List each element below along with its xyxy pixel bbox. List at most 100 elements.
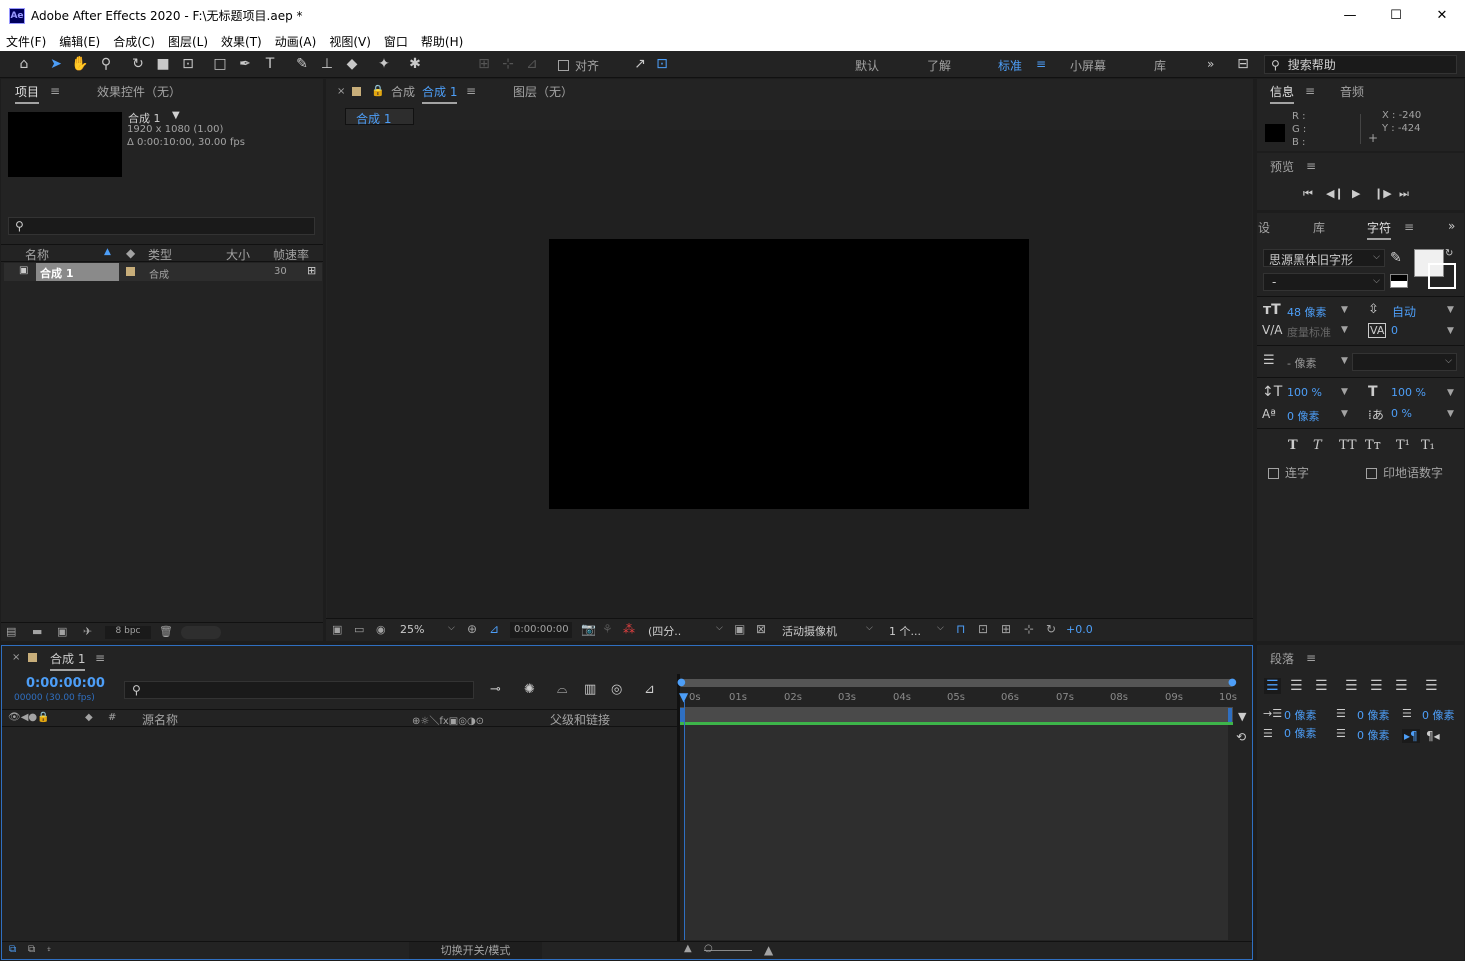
vertical-scale-value[interactable]: 100 % xyxy=(1287,386,1322,399)
frame-blending-icon[interactable]: ▥ xyxy=(584,682,596,697)
home-icon[interactable]: ⌂ xyxy=(14,55,34,73)
rtl-direction-icon[interactable]: ¶◂ xyxy=(1426,729,1440,743)
align-left-icon[interactable]: ☰ xyxy=(1264,678,1281,694)
swap-colors-icon[interactable]: ↻ xyxy=(1445,248,1453,259)
composition-canvas[interactable] xyxy=(549,239,1029,509)
close-button[interactable]: ✕ xyxy=(1419,0,1465,31)
justify-right-icon[interactable]: ☰ xyxy=(1395,678,1408,694)
tab-info[interactable]: 信息 xyxy=(1270,83,1295,104)
snap-checkbox[interactable] xyxy=(558,58,569,72)
kerning-value[interactable]: 度量标准 xyxy=(1287,324,1331,340)
label-color-swatch[interactable] xyxy=(126,267,135,276)
last-frame-icon[interactable]: ⏭ xyxy=(1399,187,1409,201)
bpc-button[interactable]: 8 bpc xyxy=(105,626,151,639)
comp-button-icon[interactable]: ▼ xyxy=(1238,710,1246,723)
align-center-icon[interactable]: ☰ xyxy=(1290,678,1303,694)
show-snapshot-icon[interactable]: ⚘ xyxy=(602,622,613,636)
sort-ascending-icon[interactable]: ▲ xyxy=(104,247,111,257)
menu-help[interactable]: 帮助(H) xyxy=(421,33,463,50)
eraser-tool-icon[interactable]: ◆ xyxy=(342,55,362,73)
horizontal-scale-value[interactable]: 100 % xyxy=(1391,386,1426,399)
project-search-input[interactable]: ⚲ xyxy=(8,217,315,235)
snapshot-icon[interactable]: 📷 xyxy=(581,622,596,636)
character-menu-icon[interactable]: ≡ xyxy=(1404,220,1414,234)
shy-icon[interactable]: ⌓ xyxy=(557,682,567,697)
transfer-controls-icon[interactable]: ⧉ xyxy=(28,944,35,955)
indent-first-value[interactable]: 0 像素 xyxy=(1357,707,1390,723)
first-frame-icon[interactable]: ⏮ xyxy=(1303,187,1313,201)
transparency-grid-icon[interactable]: ⊠ xyxy=(756,622,766,636)
label-icon[interactable]: ◆ xyxy=(85,712,93,723)
navigator-end-handle[interactable]: ● xyxy=(1228,677,1237,688)
minimize-button[interactable]: — xyxy=(1327,0,1373,31)
monitor-icon[interactable]: ▭ xyxy=(354,623,364,636)
navigator-start-handle[interactable]: ● xyxy=(677,677,686,688)
menu-window[interactable]: 窗口 xyxy=(384,33,408,50)
work-area-end[interactable] xyxy=(1228,708,1232,722)
tab-project[interactable]: 项目 xyxy=(15,83,40,104)
paragraph-menu-icon[interactable]: ≡ xyxy=(1306,651,1316,665)
justify-left-icon[interactable]: ☰ xyxy=(1345,678,1358,694)
thumbnail-zoom-slider[interactable] xyxy=(181,626,221,639)
puppet-tool-icon[interactable]: ✱ xyxy=(405,55,425,73)
tab-timeline[interactable]: 合成 1 xyxy=(50,650,86,671)
toggle-pixel-aspect-icon[interactable]: ⊓ xyxy=(956,622,965,636)
lock-icon[interactable]: 🔒 xyxy=(371,84,385,97)
comp-flow-tab[interactable]: 合成 1 xyxy=(345,108,414,126)
column-type[interactable]: 类型 xyxy=(148,246,172,263)
label-icon[interactable]: ◆ xyxy=(126,246,135,260)
column-source-name[interactable]: 源名称 xyxy=(142,711,178,728)
space-before-value[interactable]: 0 像素 xyxy=(1284,725,1317,741)
menu-animation[interactable]: 动画(A) xyxy=(275,33,317,50)
zoom-slider-handle[interactable]: ○ xyxy=(704,943,713,954)
layer-switches-icon[interactable]: ⧉ xyxy=(9,944,16,955)
ligature-checkbox[interactable] xyxy=(1268,466,1279,480)
axis-view-icon[interactable]: ⊿ xyxy=(522,55,542,73)
axis-world-icon[interactable]: ⊹ xyxy=(498,55,518,73)
interpret-footage-icon[interactable]: ▤ xyxy=(6,625,16,638)
comp-panel-menu-icon[interactable]: ≡ xyxy=(466,84,476,98)
small-caps-icon[interactable]: Tт xyxy=(1365,438,1381,453)
timeline-icon[interactable]: ⊞ xyxy=(1001,622,1011,636)
playhead-line[interactable] xyxy=(684,700,685,940)
tracking-dropdown-icon[interactable]: ▼ xyxy=(1447,326,1454,336)
snap-features-icon[interactable]: ⊡ xyxy=(652,55,672,73)
type-tool-icon[interactable]: T xyxy=(260,55,280,73)
baseline-shift-dropdown-icon[interactable]: ▼ xyxy=(1341,409,1348,419)
faux-bold-icon[interactable]: T xyxy=(1288,438,1298,453)
region-of-interest-icon[interactable]: ⊿ xyxy=(489,622,499,636)
tsume-dropdown-icon[interactable]: ▼ xyxy=(1447,409,1454,419)
time-navigator[interactable] xyxy=(680,679,1233,687)
stroke-width-dropdown-icon[interactable]: ▼ xyxy=(1341,356,1348,366)
brush-tool-icon[interactable]: ✎ xyxy=(292,55,312,73)
timeline-search-input[interactable]: ⚲ xyxy=(124,681,474,699)
menu-effect[interactable]: 效果(T) xyxy=(221,33,262,50)
ltr-direction-icon[interactable]: ▸¶ xyxy=(1402,729,1420,743)
search-help-field[interactable]: ⚲ 搜索帮助 xyxy=(1264,55,1457,74)
previous-frame-icon[interactable]: ◀❙ xyxy=(1326,187,1344,200)
new-folder-icon[interactable]: ▬ xyxy=(32,625,42,638)
tab-library[interactable]: 库 xyxy=(1313,219,1325,236)
project-menu-icon[interactable]: ≡ xyxy=(50,84,60,98)
motion-blur-icon[interactable]: ◎ xyxy=(611,682,622,697)
workspace-small-screen[interactable]: 小屏幕 xyxy=(1070,57,1106,74)
trash-icon[interactable]: 🗑 xyxy=(159,625,173,638)
workspace-menu-icon[interactable]: ≡ xyxy=(1036,57,1046,71)
next-frame-icon[interactable]: ❙▶ xyxy=(1374,187,1392,200)
adjust-icon[interactable]: ✈ xyxy=(83,625,92,638)
stroke-width-value[interactable]: - 像素 xyxy=(1287,355,1316,371)
zoom-tool-icon[interactable]: ⚲ xyxy=(96,55,116,73)
tab-effect-controls[interactable]: 效果控件（无） xyxy=(97,83,181,100)
in-out-icon[interactable]: ⍖ xyxy=(46,944,52,955)
menu-view[interactable]: 视图(V) xyxy=(329,33,371,50)
column-name[interactable]: 名称 xyxy=(25,246,49,263)
draft-3d-icon[interactable]: ⊡ xyxy=(978,622,988,636)
camera-tool-icon[interactable]: ■ xyxy=(153,55,173,73)
font-size-dropdown-icon[interactable]: ▼ xyxy=(1341,305,1348,315)
workspace-libraries[interactable]: 库 xyxy=(1154,57,1166,74)
zoom-value[interactable]: 25% xyxy=(400,623,424,636)
superscript-icon[interactable]: T¹ xyxy=(1396,438,1410,453)
align-right-icon[interactable]: ☰ xyxy=(1315,678,1328,694)
current-time-field[interactable]: 0:00:00:00 xyxy=(510,622,572,638)
zoom-dropdown-icon[interactable]: ⌵ xyxy=(448,623,455,633)
